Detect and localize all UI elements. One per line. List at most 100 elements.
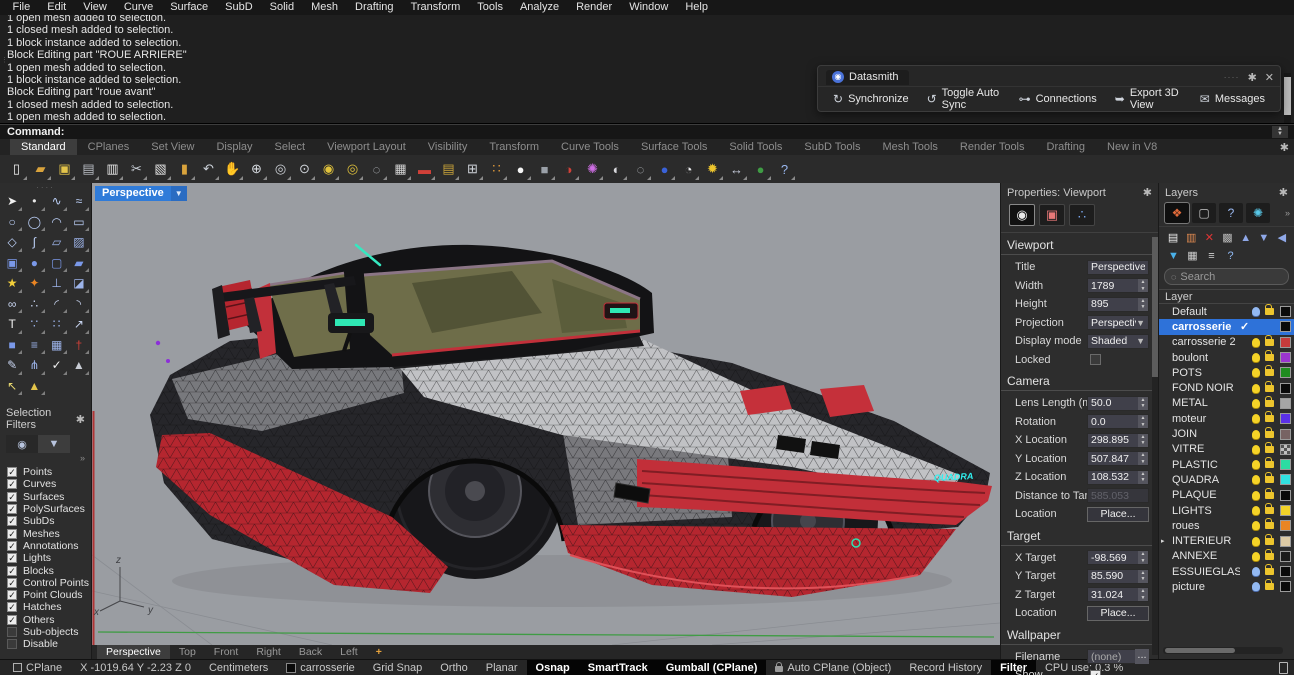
copy-icon[interactable]: ▧ — [149, 158, 172, 181]
ghosted-view-icon[interactable]: ◌ — [629, 158, 652, 181]
layer-color-swatch[interactable] — [1280, 459, 1291, 470]
set-cplane-icon[interactable]: ⊞ — [461, 158, 484, 181]
selection-filter-item[interactable]: Curves — [7, 478, 91, 490]
viewport-canvas[interactable]: Perspective ▼ — [92, 183, 1000, 645]
filter-checkbox[interactable] — [7, 529, 17, 539]
layer-row[interactable]: VITRE — [1159, 442, 1294, 457]
command-history-spinner[interactable]: ▲▼ — [1272, 126, 1288, 138]
browse-button[interactable]: ... — [1135, 649, 1149, 664]
panel-grip[interactable]: ⋮ — [1, 59, 8, 63]
datasmith-button[interactable]: ➥ Export 3D View — [1106, 85, 1191, 113]
filter-checkbox[interactable] — [7, 479, 17, 489]
selection-filter-item[interactable]: PolySurfaces — [7, 503, 91, 515]
property-field[interactable]: 31.024 ▲▼ ▼ ... — [1087, 587, 1149, 602]
property-checkbox[interactable] — [1090, 670, 1101, 675]
cylinder-tool-icon[interactable]: ▢ — [46, 253, 68, 274]
property-field[interactable]: 85.590 ▲▼ ▼ ... — [1087, 569, 1149, 584]
layer-filter-icon[interactable]: ▼ — [1165, 248, 1182, 263]
layer-color-swatch[interactable] — [1280, 536, 1291, 547]
layer-lock-icon[interactable] — [1265, 461, 1274, 468]
unnest-layer-icon[interactable]: ◀ — [1274, 230, 1290, 245]
layer-color-swatch[interactable] — [1280, 413, 1291, 424]
explode-tool-icon[interactable]: ★ — [1, 273, 23, 294]
layer-color-swatch[interactable] — [1280, 474, 1291, 485]
datasmith-button[interactable]: ⊶ Connections — [1010, 90, 1106, 108]
layer-visibility-bulb-icon[interactable] — [1252, 338, 1260, 347]
panel-toggle-icon[interactable] — [1279, 662, 1288, 674]
property-field[interactable]: 1789 ▲▼ ▼ ... — [1087, 278, 1149, 293]
property-field[interactable]: 585.053 ▲▼ ▼ ... — [1087, 488, 1149, 503]
toolbar-tab[interactable]: CPlanes — [77, 139, 141, 155]
layer-lock-icon[interactable] — [1265, 339, 1274, 346]
layer-color-swatch[interactable] — [1280, 398, 1291, 409]
layer-row[interactable]: picture — [1159, 579, 1294, 594]
datasmith-button[interactable]: ✉ Messages — [1191, 90, 1274, 108]
selection-filter-item[interactable]: Hatches — [7, 601, 91, 613]
spinner-icon[interactable]: ▲▼ — [1138, 551, 1148, 564]
menu-item[interactable]: Analyze — [511, 0, 567, 15]
layer-color-swatch[interactable] — [1280, 581, 1291, 592]
layer-color-swatch[interactable] — [1280, 429, 1291, 440]
property-field[interactable]: 895 ▲▼ ▼ ... — [1087, 297, 1149, 312]
status-bar-item[interactable]: CPlane — [4, 660, 71, 675]
fillet-tool-icon[interactable]: ◜ — [46, 294, 68, 315]
layer-lock-icon[interactable] — [1265, 568, 1274, 575]
color-wheel-icon[interactable]: ✺ — [581, 158, 604, 181]
datasmith-button[interactable]: ↺ Toggle Auto Sync — [918, 85, 1010, 113]
undo-icon[interactable]: ↶ — [197, 158, 220, 181]
status-bar-item[interactable]: Centimeters — [200, 660, 277, 675]
layer-visibility-bulb-icon[interactable] — [1252, 368, 1260, 377]
solid-box-tool-icon[interactable]: ■ — [1, 335, 23, 356]
menu-item[interactable]: View — [75, 0, 116, 15]
selection-filters-overflow[interactable]: » — [0, 453, 91, 464]
menu-item[interactable]: Solid — [261, 0, 302, 15]
layer-color-swatch[interactable] — [1280, 306, 1291, 317]
property-field[interactable]: ▲▼ ▼ ... — [1087, 668, 1149, 675]
property-field[interactable]: 108.532 ▲▼ ▼ ... — [1087, 470, 1149, 485]
property-field[interactable]: Perspective ▲▼ ▼ ... — [1087, 260, 1149, 275]
property-field[interactable]: ▲▼ ▼ ... — [1087, 352, 1149, 367]
layer-visibility-bulb-icon[interactable] — [1252, 414, 1260, 423]
layer-lock-icon[interactable] — [1265, 354, 1274, 361]
datasmith-close-icon[interactable]: ✕ — [1265, 71, 1274, 84]
artistic-view-icon[interactable]: ◔ — [677, 158, 700, 181]
viewport-tab[interactable]: + — [367, 645, 391, 659]
array-linear-tool-icon[interactable]: ≡ — [23, 335, 45, 356]
grid-array-tool-icon[interactable]: ▦ — [46, 335, 68, 356]
layer-lock-icon[interactable] — [1265, 522, 1274, 529]
layer-color-swatch[interactable] — [1280, 505, 1291, 516]
selection-filter-item[interactable]: Disable — [7, 638, 91, 650]
layer-expand-icon[interactable]: ▸ — [1161, 537, 1168, 545]
filter-checkbox[interactable] — [7, 615, 17, 625]
ellipse-tool-icon[interactable]: ◯ — [23, 212, 45, 233]
paint-tool-icon[interactable]: ✎ — [1, 355, 23, 376]
layer-row[interactable]: ESSUIEGLAS — [1159, 564, 1294, 579]
layer-visibility-bulb-icon[interactable] — [1252, 567, 1260, 576]
menu-item[interactable]: Edit — [39, 0, 75, 15]
filter-checkbox[interactable] — [7, 627, 17, 637]
spinner-icon[interactable]: ▲▼ — [1138, 434, 1148, 447]
freeform-tool-icon[interactable]: ∫ — [23, 232, 45, 253]
filter-checkbox[interactable] — [7, 516, 17, 526]
spinner-icon[interactable]: ▲▼ — [1138, 298, 1148, 311]
property-checkbox[interactable] — [1090, 354, 1101, 365]
datasmith-gear-icon[interactable]: ✱ — [1248, 71, 1257, 84]
menu-item[interactable]: Surface — [162, 0, 217, 15]
zoom-extents-icon[interactable]: ◎ — [341, 158, 364, 181]
layer-visibility-bulb-icon[interactable] — [1252, 552, 1260, 561]
property-field[interactable]: 50.0 ▲▼ ▼ ... — [1087, 396, 1149, 411]
property-field[interactable]: 507.847 ▲▼ ▼ ... — [1087, 451, 1149, 466]
layer-color-swatch[interactable] — [1280, 551, 1291, 562]
layer-row[interactable]: boulont — [1159, 350, 1294, 365]
lamp-icon[interactable]: ● — [509, 158, 532, 181]
osnap-settings-icon[interactable]: ∷ — [485, 158, 508, 181]
layer-lock-icon[interactable] — [1265, 415, 1274, 422]
new-layer-icon[interactable]: ▤ — [1165, 230, 1181, 245]
status-bar-item[interactable]: Grid Snap — [364, 660, 432, 675]
menu-item[interactable]: Tools — [469, 0, 512, 15]
render-globe-icon[interactable]: ● — [749, 158, 772, 181]
patch-tool-icon[interactable]: ▱ — [46, 232, 68, 253]
print-icon[interactable]: ▤ — [77, 158, 100, 181]
rendered-view-icon[interactable]: ● — [653, 158, 676, 181]
pole-tool-icon[interactable]: † — [68, 335, 90, 356]
